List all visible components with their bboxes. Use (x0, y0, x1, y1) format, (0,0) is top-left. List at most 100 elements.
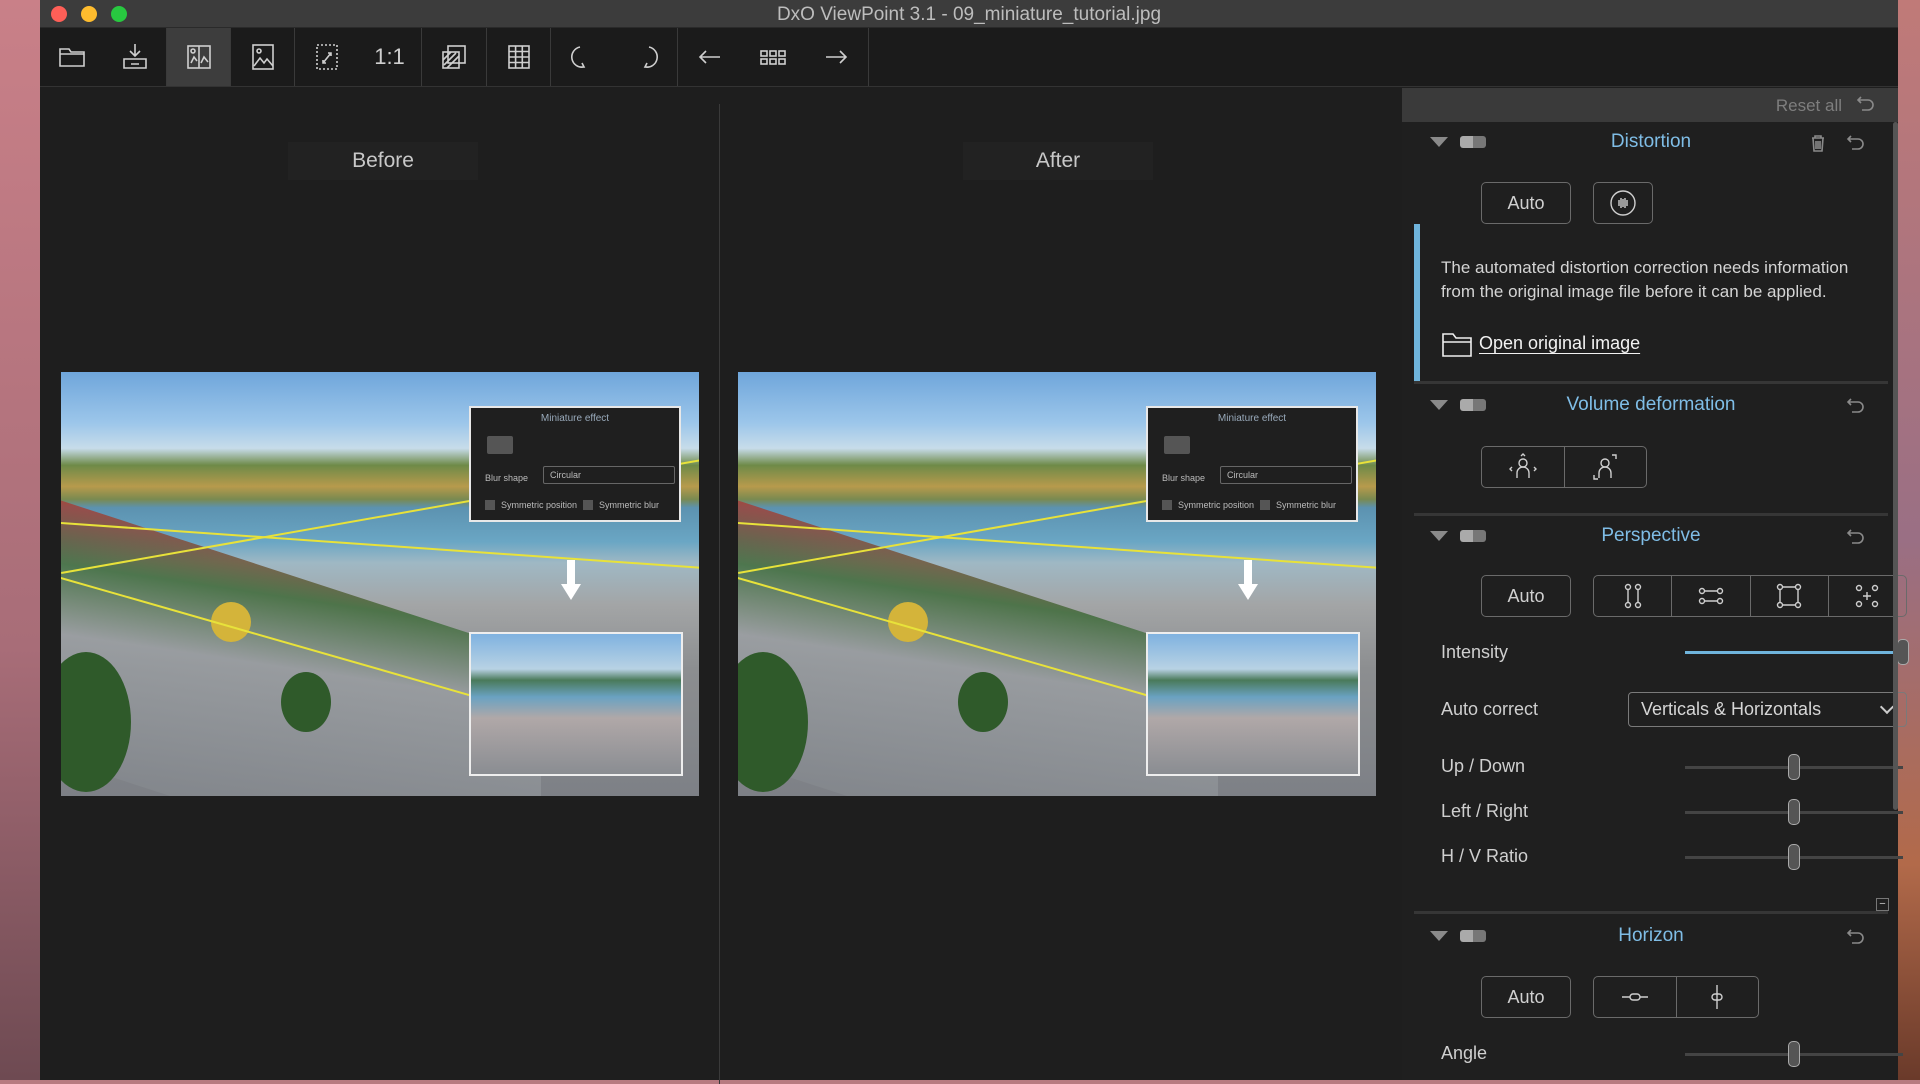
export-button[interactable] (103, 28, 166, 86)
arrow-down-icon (561, 560, 581, 600)
blur-shape-label: Blur shape (485, 473, 529, 483)
volume-deformation-title: Volume deformation (1566, 394, 1736, 415)
slider-fill (1685, 651, 1903, 654)
perspective-header[interactable]: Perspective (1414, 522, 1888, 552)
after-label: After (963, 142, 1153, 180)
miniature-title: Miniature effect (1217, 413, 1287, 424)
blur-shape-label: Blur shape (1162, 473, 1206, 483)
auto-correct-dropdown[interactable]: Verticals & Horizontals (1628, 692, 1907, 727)
hv-ratio-slider[interactable] (1685, 844, 1903, 870)
export-icon (122, 44, 147, 69)
slider-thumb[interactable] (1788, 844, 1800, 870)
horizontal-lines-icon (1698, 587, 1724, 605)
undo-icon[interactable] (1846, 397, 1866, 415)
split-divider[interactable] (719, 104, 720, 1084)
perspective-mode-buttons (1593, 575, 1907, 617)
title-bar: DxO ViewPoint 3.1 - 09_miniature_tutoria… (40, 0, 1898, 28)
inset-thumbnail (1146, 632, 1360, 776)
open-button[interactable] (40, 28, 103, 86)
level-vertical-icon (1711, 985, 1723, 1009)
actual-size-button[interactable]: 1:1 (358, 28, 421, 86)
distortion-header[interactable]: Distortion (1414, 128, 1888, 158)
chevron-down-icon (1879, 699, 1895, 715)
blur-shape-value: Circular (1220, 466, 1352, 484)
volume-spherical-button[interactable] (1565, 447, 1647, 487)
window-title: DxO ViewPoint 3.1 - 09_miniature_tutoria… (776, 4, 1162, 25)
distortion-auto-button[interactable]: Auto (1481, 182, 1571, 224)
next-image-button[interactable] (804, 28, 867, 86)
before-after-icon (186, 45, 211, 69)
rotate-left-button[interactable] (551, 28, 614, 86)
overlay-button[interactable] (422, 28, 485, 86)
vertical-lines-icon (1624, 583, 1641, 609)
previous-image-button[interactable] (678, 28, 741, 86)
app-window: DxO ViewPoint 3.1 - 09_miniature_tutoria… (40, 0, 1909, 1084)
reset-all-button[interactable]: Reset all (1776, 96, 1842, 116)
overlay-icon (441, 45, 466, 69)
undo-icon[interactable] (1846, 528, 1866, 546)
undo-icon[interactable] (1846, 134, 1866, 152)
distortion-lens-button[interactable] (1593, 182, 1653, 224)
rotate-right-button[interactable] (614, 28, 677, 86)
next-icon (825, 50, 847, 64)
inset-thumbnail (469, 632, 683, 776)
up-down-label: Up / Down (1441, 756, 1526, 776)
thumbnails-icon (759, 50, 786, 65)
grid-button[interactable] (487, 28, 550, 86)
lens-profile-icon (1610, 190, 1636, 216)
horizon-header[interactable]: Horizon (1414, 922, 1888, 952)
slider-thumb[interactable] (1788, 754, 1800, 780)
horizon-mode-buttons (1593, 976, 1759, 1018)
slider-thumb[interactable] (1788, 1041, 1800, 1067)
left-right-label: Left / Right (1441, 801, 1529, 821)
slider-thumb[interactable] (1897, 639, 1909, 665)
folder-icon (58, 48, 85, 67)
before-after-button[interactable] (167, 28, 230, 86)
after-image[interactable]: Miniature effect Blur shape Circular Sym… (738, 372, 1376, 796)
rectangle-button[interactable] (1751, 576, 1829, 616)
fit-screen-icon (315, 44, 338, 70)
embedded-miniature-panel: Miniature effect Blur shape Circular Sym… (469, 406, 681, 522)
volume-cylindrical-button[interactable] (1482, 447, 1565, 487)
undo-icon[interactable] (1846, 928, 1866, 946)
perspective-auto-button[interactable]: Auto (1481, 575, 1571, 617)
horizontal-level-button[interactable] (1594, 977, 1677, 1017)
blur-shape-value: Circular (543, 466, 675, 484)
left-right-slider[interactable] (1685, 799, 1903, 825)
before-image[interactable]: Miniature effect Blur shape Circular Sym… (61, 372, 699, 796)
vertical-lines-button[interactable] (1594, 576, 1673, 616)
horizon-auto-button[interactable]: Auto (1481, 976, 1571, 1018)
image-viewer: Before After Miniature effect Blur shape… (40, 88, 1402, 1084)
desktop-background-right (1898, 0, 1920, 1080)
up-down-slider[interactable] (1685, 754, 1903, 780)
intensity-slider[interactable] (1685, 639, 1909, 665)
thumbnails-button[interactable] (741, 28, 804, 86)
open-original-image-link[interactable]: Open original image (1479, 333, 1640, 354)
folder-icon (1442, 333, 1472, 357)
horizontal-lines-button[interactable] (1672, 576, 1751, 616)
grid-icon (507, 45, 530, 69)
rotate-left-icon (570, 46, 585, 68)
angle-slider[interactable] (1685, 1041, 1903, 1067)
undo-icon[interactable] (1856, 95, 1876, 113)
corrections-panel: Reset all Distortion Auto The automated … (1402, 88, 1909, 1080)
slider-thumb[interactable] (1788, 799, 1800, 825)
collapse-section-button[interactable]: − (1876, 898, 1889, 911)
panel-scrollbar[interactable] (1893, 122, 1898, 810)
distortion-info-text: The automated distortion correction need… (1441, 258, 1849, 301)
fit-screen-button[interactable] (295, 28, 358, 86)
volume-deformation-header[interactable]: Volume deformation (1414, 391, 1888, 421)
person-corner-icon (1593, 454, 1617, 480)
previous-icon (698, 50, 720, 64)
toolbar: 1:1 (40, 28, 1898, 87)
auto-correct-value: Verticals & Horizontals (1641, 699, 1822, 719)
embedded-miniature-panel: Miniature effect Blur shape Circular Sym… (1146, 406, 1358, 522)
perspective-title: Perspective (1601, 525, 1701, 546)
trash-icon[interactable] (1808, 134, 1828, 152)
actual-size-icon: 1:1 (374, 44, 405, 69)
angle-label: Angle (1441, 1043, 1488, 1063)
single-view-button[interactable] (231, 28, 294, 86)
vertical-level-button[interactable] (1677, 977, 1759, 1017)
image-icon (251, 44, 274, 70)
hv-ratio-label: H / V Ratio (1441, 846, 1529, 866)
